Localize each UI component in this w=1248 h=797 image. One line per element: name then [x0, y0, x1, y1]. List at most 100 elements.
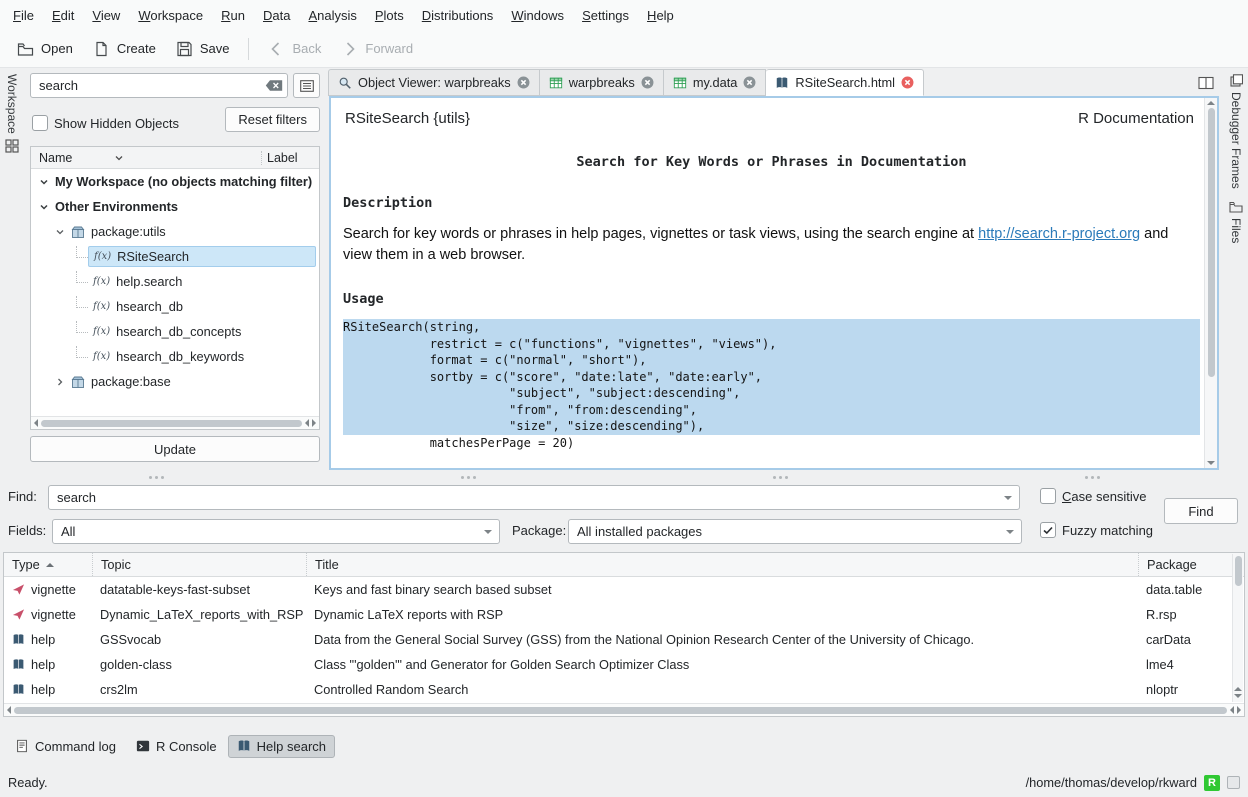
find-button[interactable]: Find — [1164, 498, 1238, 524]
header-title[interactable]: Title — [306, 553, 1138, 576]
column-name[interactable]: Name — [31, 151, 261, 165]
help-doc-type: R Documentation — [1078, 110, 1194, 127]
find-value: search — [57, 490, 96, 505]
case-sensitive-label: Case sensitive — [1062, 489, 1147, 504]
tool-command-log[interactable]: Command log — [6, 735, 125, 758]
tab-my-data[interactable]: my.data — [664, 69, 767, 96]
filter-options-button[interactable] — [293, 73, 320, 98]
results-vertical-scrollbar[interactable] — [1232, 554, 1243, 702]
menu-settings[interactable]: Settings — [573, 3, 638, 28]
menu-run[interactable]: Run — [212, 3, 254, 28]
case-sensitive-checkbox[interactable] — [1040, 488, 1056, 504]
package-combobox[interactable]: All installed packages — [568, 519, 1022, 544]
close-tab-icon[interactable] — [641, 76, 654, 89]
scrollbar-thumb[interactable] — [1235, 556, 1242, 586]
menu-edit[interactable]: Edit — [43, 3, 83, 28]
tree-item-package-base[interactable]: package:base — [31, 369, 319, 394]
tab-warpbreaks[interactable]: warpbreaks — [540, 69, 664, 96]
tree-item-my-workspace[interactable]: My Workspace (no objects matching filter… — [31, 169, 319, 194]
result-row[interactable]: help golden-class Class "'golden'" and G… — [4, 652, 1244, 677]
result-row[interactable]: vignette datatable-keys-fast-subset Keys… — [4, 577, 1244, 602]
tree-item-help-search[interactable]: f(x) help.search — [31, 269, 319, 294]
vignette-icon — [12, 608, 25, 621]
case-sensitive-checkbox-row[interactable]: Case sensitive — [1040, 488, 1147, 504]
menu-view[interactable]: View — [83, 3, 129, 28]
function-icon: f(x) — [93, 301, 110, 312]
reset-filters-button[interactable]: Reset filters — [225, 107, 320, 132]
tree-item-rsitesearch[interactable]: f(x) RSiteSearch — [31, 244, 319, 269]
menu-workspace[interactable]: Workspace — [129, 3, 212, 28]
header-package[interactable]: Package — [1138, 553, 1244, 576]
scrollbar-thumb[interactable] — [14, 707, 1227, 714]
tab-object-viewer-warpbreaks[interactable]: Object Viewer: warpbreaks — [328, 69, 540, 96]
scroll-right-icon[interactable] — [312, 419, 316, 427]
menu-data[interactable]: Data — [254, 3, 299, 28]
update-button[interactable]: Update — [30, 436, 320, 462]
scrollbar-thumb[interactable] — [41, 420, 302, 427]
menu-file[interactable]: File — [4, 3, 43, 28]
menu-plots[interactable]: Plots — [366, 3, 413, 28]
fuzzy-matching-checkbox[interactable] — [1040, 522, 1056, 538]
dock-tab-files[interactable]: Files — [1229, 195, 1243, 249]
tree-horizontal-scrollbar[interactable] — [31, 416, 319, 429]
find-combobox[interactable]: search — [48, 485, 1020, 510]
results-horizontal-scrollbar[interactable] — [4, 703, 1244, 716]
menu-help[interactable]: Help — [638, 3, 683, 28]
scroll-left-icon[interactable] — [7, 706, 11, 714]
tree-item-hsearch-db[interactable]: f(x) hsearch_db — [31, 294, 319, 319]
save-button[interactable]: Save — [167, 35, 239, 63]
horizontal-splitter[interactable] — [0, 472, 1248, 482]
column-label[interactable]: Label — [261, 151, 319, 165]
scroll-up-icon[interactable] — [1207, 101, 1215, 105]
description-paragraph: Search for key words or phrases in help … — [343, 224, 1200, 266]
scroll-down-icon[interactable] — [1207, 461, 1215, 465]
menu-windows[interactable]: Windows — [502, 3, 573, 28]
show-hidden-checkbox[interactable] — [32, 115, 48, 131]
tree-item-label: package:utils — [91, 224, 166, 239]
back-button[interactable]: Back — [259, 35, 330, 63]
close-tab-icon[interactable] — [517, 76, 530, 89]
scroll-left-icon[interactable] — [34, 419, 38, 427]
scroll-left-icon[interactable] — [305, 419, 309, 427]
search-field-wrap — [30, 73, 288, 98]
menu-analysis[interactable]: Analysis — [299, 3, 365, 28]
fuzzy-matching-checkbox-row[interactable]: Fuzzy matching — [1040, 522, 1153, 538]
fields-combobox[interactable]: All — [52, 519, 500, 544]
tool-help-search[interactable]: Help search — [228, 735, 335, 758]
clear-search-icon[interactable] — [265, 79, 283, 92]
split-view-icon[interactable] — [1198, 76, 1214, 90]
scroll-down-icon[interactable] — [1234, 694, 1242, 698]
tree-item-hsearch-db-concepts[interactable]: f(x) hsearch_db_concepts — [31, 319, 319, 344]
scroll-right-icon[interactable] — [1237, 706, 1241, 714]
bottom-toolview-bar: Command log R Console Help search — [0, 732, 1248, 760]
open-button[interactable]: Open — [8, 35, 82, 63]
tree-item-package-utils[interactable]: package:utils — [31, 219, 319, 244]
scroll-left-icon[interactable] — [1230, 706, 1234, 714]
result-row[interactable]: help crs2lm Controlled Random Search nlo… — [4, 677, 1244, 702]
document-vertical-scrollbar[interactable] — [1204, 98, 1217, 468]
create-button[interactable]: Create — [84, 35, 165, 63]
tree-item-other-environments[interactable]: Other Environments — [31, 194, 319, 219]
dock-tab-debugger-frames[interactable]: Debugger Frames — [1229, 68, 1243, 195]
menu-distributions[interactable]: Distributions — [413, 3, 503, 28]
tab-rsitesearch-html[interactable]: RSiteSearch.html — [766, 69, 924, 96]
scroll-up-icon[interactable] — [1234, 687, 1242, 691]
close-tab-icon[interactable] — [743, 76, 756, 89]
result-row[interactable]: help GSSvocab Data from the General Soci… — [4, 627, 1244, 652]
forward-button[interactable]: Forward — [332, 35, 422, 63]
help-page-icon — [12, 633, 25, 646]
close-tab-icon-modified[interactable] — [901, 76, 914, 89]
scrollbar-thumb[interactable] — [1208, 108, 1215, 377]
result-row[interactable]: vignette Dynamic_LaTeX_reports_with_RSP … — [4, 602, 1244, 627]
search-r-project-link[interactable]: http://search.r-project.org — [978, 226, 1140, 242]
header-topic[interactable]: Topic — [92, 553, 306, 576]
tool-r-console[interactable]: R Console — [127, 735, 226, 758]
r-engine-status-icon[interactable]: R — [1204, 775, 1220, 791]
workspace-search-input[interactable] — [30, 73, 288, 98]
header-type[interactable]: Type — [4, 553, 92, 576]
header-label: Topic — [101, 557, 131, 572]
result-package: lme4 — [1146, 657, 1174, 672]
package-icon — [71, 375, 85, 389]
dock-tab-workspace[interactable]: Workspace — [5, 68, 19, 159]
tree-item-hsearch-db-keywords[interactable]: f(x) hsearch_db_keywords — [31, 344, 319, 369]
